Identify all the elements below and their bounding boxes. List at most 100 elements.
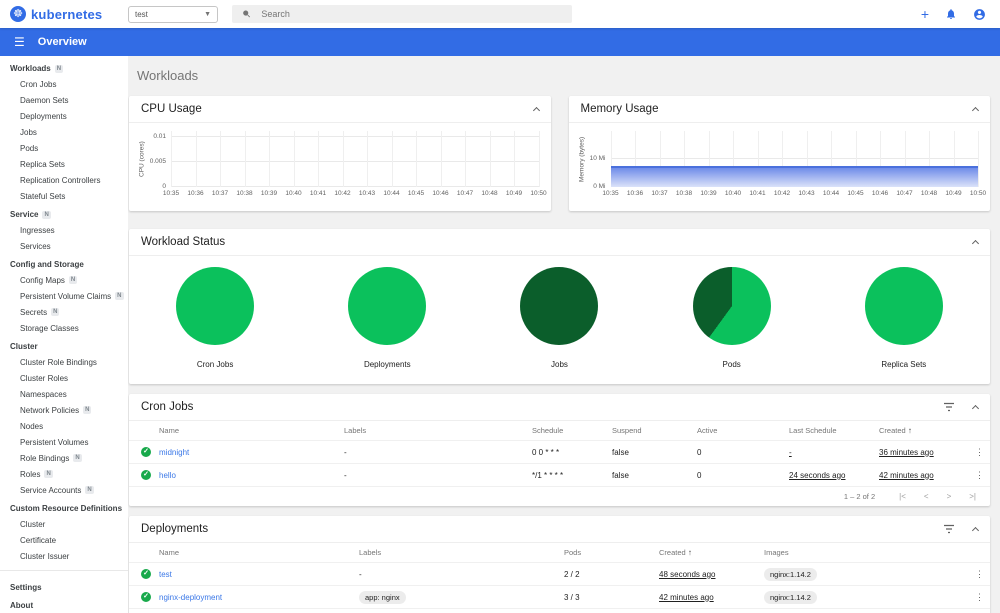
namespace-selector[interactable]: test ▼ bbox=[128, 5, 218, 23]
card-header: CPU Usage bbox=[129, 96, 551, 123]
sidebar-item-replica-sets[interactable]: Replica Sets bbox=[0, 156, 128, 172]
status-cell: ✓ bbox=[129, 592, 159, 602]
cronjob-name-link[interactable]: midnight bbox=[159, 448, 344, 457]
sidebar-section-workloads[interactable]: Workloads N bbox=[0, 58, 128, 76]
collapse-button[interactable] bbox=[971, 525, 980, 535]
column-header-name[interactable]: Name bbox=[159, 548, 359, 557]
sidebar-item-role-bindings[interactable]: Role Bindings N bbox=[0, 450, 128, 466]
sidebar-section-cluster[interactable]: Cluster bbox=[0, 336, 128, 354]
last-schedule-cell: 24 seconds ago bbox=[789, 470, 846, 480]
collapse-button[interactable] bbox=[971, 105, 980, 115]
menu-button[interactable]: ☰ bbox=[14, 35, 25, 49]
created-cell: 48 seconds ago bbox=[659, 569, 716, 579]
column-header-created[interactable]: Created ↑ bbox=[879, 426, 969, 435]
user-icon bbox=[974, 8, 985, 20]
chevron-left-icon[interactable]: < bbox=[924, 492, 929, 501]
column-header-labels[interactable]: Labels bbox=[344, 426, 532, 435]
column-header-name[interactable]: Name bbox=[159, 426, 344, 435]
top-header: ☸ kubernetes test ▼ + bbox=[0, 0, 1000, 28]
status-cell: ✓ bbox=[129, 569, 159, 579]
gridline bbox=[978, 131, 979, 187]
sidebar-item-ingresses[interactable]: Ingresses bbox=[0, 222, 128, 238]
search-bar bbox=[232, 5, 572, 23]
sidebar-item-about[interactable]: About bbox=[0, 595, 128, 613]
user-menu-button[interactable] bbox=[973, 8, 986, 21]
column-header-suspend[interactable]: Suspend bbox=[612, 426, 697, 435]
sidebar-item-persistent-volume-claims[interactable]: Persistent Volume Claims N bbox=[0, 288, 128, 304]
column-header-images[interactable]: Images bbox=[764, 548, 969, 557]
card-title: Cron Jobs bbox=[141, 401, 194, 413]
sidebar-item-secrets[interactable]: Secrets N bbox=[0, 304, 128, 320]
sidebar-item-stateful-sets[interactable]: Stateful Sets bbox=[0, 188, 128, 204]
sidebar-item-deployments[interactable]: Deployments bbox=[0, 108, 128, 124]
sidebar-item-persistent-volumes[interactable]: Persistent Volumes bbox=[0, 434, 128, 450]
sidebar-item-pods[interactable]: Pods bbox=[0, 140, 128, 156]
sidebar-item-cluster-role-bindings[interactable]: Cluster Role Bindings bbox=[0, 354, 128, 370]
image-chip: nginx:1.14.2 bbox=[764, 590, 817, 604]
last-page-icon[interactable]: >| bbox=[969, 492, 976, 501]
sidebar-item-services[interactable]: Services bbox=[0, 238, 128, 254]
kubernetes-logo-text: kubernetes bbox=[31, 6, 103, 22]
column-header-labels[interactable]: Labels bbox=[359, 548, 564, 557]
row-menu-button[interactable]: ⋮ bbox=[975, 569, 984, 580]
sidebar-item-cluster[interactable]: Cluster bbox=[0, 516, 128, 532]
collapse-button[interactable] bbox=[971, 238, 980, 248]
sidebar-item-network-policies[interactable]: Network Policies N bbox=[0, 402, 128, 418]
collapse-button[interactable] bbox=[532, 105, 540, 115]
sidebar-item-storage-classes[interactable]: Storage Classes bbox=[0, 320, 128, 336]
status-cell: ✓ bbox=[129, 470, 159, 480]
chevron-right-icon[interactable]: > bbox=[947, 492, 952, 501]
sidebar-section-custom-resource-definitions[interactable]: Custom Resource Definitions bbox=[0, 498, 128, 516]
sidebar-item-roles[interactable]: Roles N bbox=[0, 466, 128, 482]
sidebar-item-daemon-sets[interactable]: Daemon Sets bbox=[0, 92, 128, 108]
sidebar-section-config-and-storage[interactable]: Config and Storage bbox=[0, 254, 128, 272]
column-header-last-schedule[interactable]: Last Schedule bbox=[789, 426, 879, 435]
collapse-button[interactable] bbox=[971, 403, 980, 413]
search-input[interactable] bbox=[261, 9, 562, 19]
gridline bbox=[489, 131, 491, 187]
pie-chart-label: Cron Jobs bbox=[196, 360, 234, 369]
x-axis-ticks: 10:35 10:36 10:37 10:38 10:39 10:40 10:41 10:42… bbox=[163, 190, 547, 202]
column-header-created[interactable]: Created ↑ bbox=[659, 548, 764, 557]
sidebar-item-nodes[interactable]: Nodes bbox=[0, 418, 128, 434]
sidebar-item-cluster-roles[interactable]: Cluster Roles bbox=[0, 370, 128, 386]
filter-button[interactable] bbox=[943, 402, 955, 412]
first-page-icon[interactable]: |< bbox=[899, 492, 906, 501]
x-axis-tick-label: 10:39 bbox=[260, 190, 278, 197]
column-header-active[interactable]: Active bbox=[697, 426, 789, 435]
suspend-cell: false bbox=[612, 447, 629, 457]
row-menu-button[interactable]: ⋮ bbox=[975, 470, 984, 481]
row-menu-button[interactable]: ⋮ bbox=[975, 447, 984, 458]
create-button[interactable]: + bbox=[921, 7, 929, 21]
deployment-name-link[interactable]: nginx-deployment bbox=[159, 593, 359, 602]
sidebar-item-service-accounts[interactable]: Service Accounts N bbox=[0, 482, 128, 498]
sidebar-item-namespaces[interactable]: Namespaces bbox=[0, 386, 128, 402]
kubernetes-logo[interactable]: ☸ kubernetes bbox=[0, 6, 122, 22]
sidebar-item-cron-jobs[interactable]: Cron Jobs bbox=[0, 76, 128, 92]
last-schedule-cell: - bbox=[789, 447, 792, 457]
sidebar-item-certificate[interactable]: Certificate bbox=[0, 532, 128, 548]
header-actions: + bbox=[921, 7, 1000, 21]
active-cell: 0 bbox=[697, 447, 702, 457]
sidebar-item-label: Cluster Role Bindings bbox=[20, 357, 97, 367]
cronjob-name-link[interactable]: hello bbox=[159, 471, 344, 480]
sidebar-item-replication-controllers[interactable]: Replication Controllers bbox=[0, 172, 128, 188]
sidebar-item-settings[interactable]: Settings bbox=[0, 577, 128, 595]
column-header-schedule[interactable]: Schedule bbox=[532, 426, 612, 435]
notifications-button[interactable] bbox=[945, 8, 957, 20]
x-axis-tick-label: 10:45 bbox=[847, 190, 864, 197]
sidebar-item-config-maps[interactable]: Config Maps N bbox=[0, 272, 128, 288]
sidebar-section-service[interactable]: Service N bbox=[0, 204, 128, 222]
sidebar-item-label: Deployments bbox=[20, 111, 67, 121]
deployment-name-link[interactable]: test bbox=[159, 570, 359, 579]
sidebar-item-jobs[interactable]: Jobs bbox=[0, 124, 128, 140]
filter-button[interactable] bbox=[943, 524, 955, 534]
row-actions-cell: ⋮ bbox=[969, 592, 990, 603]
namespaced-badge: N bbox=[73, 454, 82, 462]
sidebar-item-cluster-issuer[interactable]: Cluster Issuer bbox=[0, 548, 128, 564]
x-axis-tick-label: 10:41 bbox=[749, 190, 766, 197]
schedule-cell: 0 0 * * * bbox=[532, 447, 560, 457]
y-axis-tick-label: 0 bbox=[162, 183, 166, 190]
column-header-pods[interactable]: Pods bbox=[564, 548, 659, 557]
row-menu-button[interactable]: ⋮ bbox=[975, 592, 984, 603]
